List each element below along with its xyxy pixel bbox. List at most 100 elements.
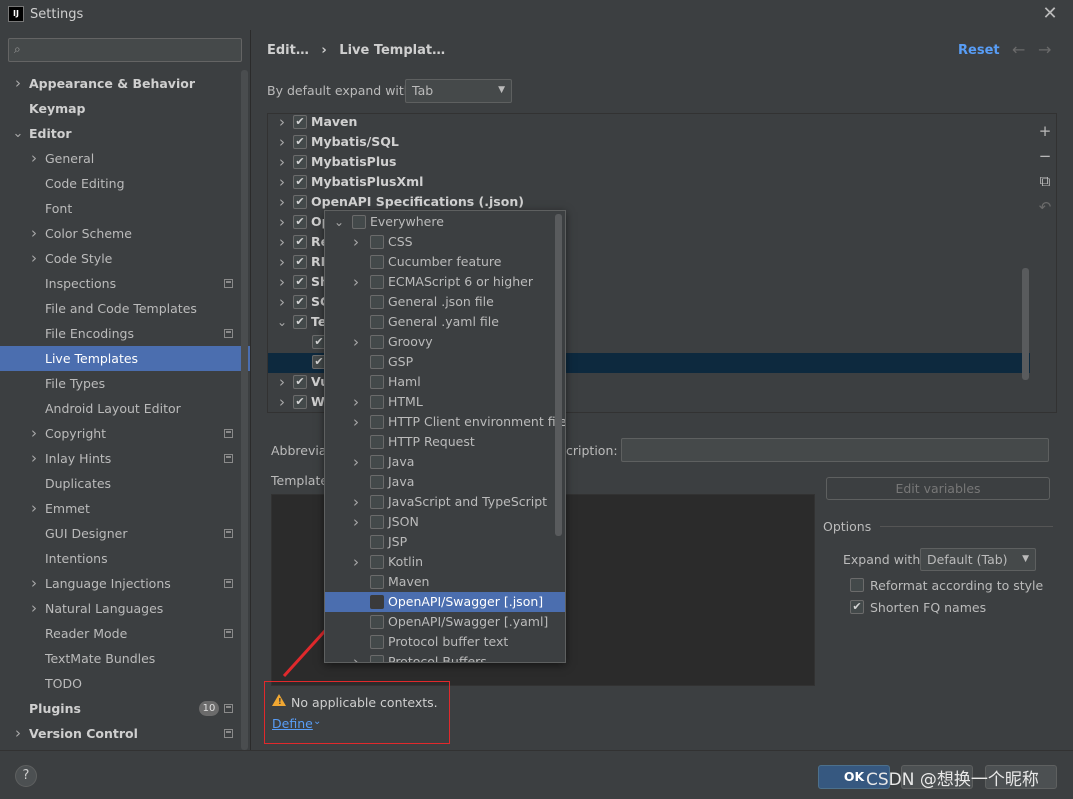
chevron-right-icon[interactable]: › [350,512,362,532]
sidebar-item[interactable]: File Encodings [0,321,250,346]
restore-icon[interactable]: ↶ [1035,197,1055,217]
context-item[interactable]: Protocol buffer text [325,632,565,652]
context-checkbox[interactable] [370,375,384,389]
sidebar-scrollbar[interactable] [241,70,248,750]
edit-variables-button[interactable]: Edit variables [826,477,1050,500]
expand-with-option-dropdown[interactable]: Default (Tab) ▼ [920,548,1036,571]
context-item[interactable]: Haml [325,372,565,392]
context-checkbox[interactable] [370,395,384,409]
chevron-right-icon[interactable]: › [12,721,24,746]
context-item[interactable]: OpenAPI/Swagger [.json] [325,592,565,612]
context-checkbox[interactable] [370,575,384,589]
default-expand-dropdown[interactable]: Tab ▼ [405,79,512,103]
chevron-right-icon[interactable]: › [276,112,288,132]
chevron-right-icon[interactable]: › [350,412,362,432]
contexts-scrollbar[interactable] [555,214,562,536]
search-input[interactable] [8,38,242,62]
context-checkbox[interactable] [370,515,384,529]
chevron-down-icon[interactable]: ⌄ [276,312,288,332]
context-checkbox[interactable] [370,535,384,549]
sidebar-item[interactable]: Keymap [0,96,250,121]
template-group-checkbox[interactable]: ✔ [293,275,307,289]
add-icon[interactable]: + [1035,121,1055,141]
sidebar-item[interactable]: Font [0,196,250,221]
template-group-checkbox[interactable]: ✔ [293,295,307,309]
chevron-right-icon[interactable]: › [28,446,40,471]
copy-icon[interactable]: ⧉ [1035,171,1055,191]
context-item[interactable]: › HTTP Client environment file [325,412,565,432]
template-group-row[interactable]: › ✔ MybatisPlusXml [268,172,1030,192]
chevron-right-icon[interactable]: › [276,372,288,392]
template-group-checkbox[interactable]: ✔ [293,255,307,269]
chevron-right-icon[interactable]: › [28,421,40,446]
context-item[interactable]: General .json file [325,292,565,312]
chevron-down-icon[interactable]: ⌄ [313,716,321,727]
context-item[interactable]: › JavaScript and TypeScript [325,492,565,512]
context-checkbox[interactable] [370,355,384,369]
chevron-right-icon[interactable]: › [28,571,40,596]
sidebar-item[interactable]: › Inlay Hints [0,446,250,471]
context-checkbox[interactable] [370,475,384,489]
sidebar-item[interactable]: File Types [0,371,250,396]
chevron-right-icon[interactable]: › [12,71,24,96]
context-item[interactable]: › ECMAScript 6 or higher [325,272,565,292]
sidebar-item[interactable]: › Natural Languages [0,596,250,621]
chevron-right-icon[interactable]: › [28,496,40,521]
sidebar-item[interactable]: Android Layout Editor [0,396,250,421]
context-checkbox[interactable] [370,455,384,469]
context-item[interactable]: › Protocol Buffers [325,652,565,662]
close-icon[interactable]: ✕ [1040,3,1060,25]
context-checkbox[interactable] [370,275,384,289]
context-checkbox[interactable] [370,335,384,349]
template-group-checkbox[interactable]: ✔ [293,215,307,229]
template-group-checkbox[interactable]: ✔ [293,395,307,409]
sidebar-item[interactable]: › Emmet [0,496,250,521]
sidebar-item[interactable]: TextMate Bundles [0,646,250,671]
context-item[interactable]: Maven [325,572,565,592]
context-checkbox[interactable] [370,415,384,429]
chevron-right-icon[interactable]: › [350,492,362,512]
chevron-right-icon[interactable]: › [350,552,362,572]
sidebar-item[interactable]: › Code Style [0,246,250,271]
context-checkbox[interactable] [370,635,384,649]
chevron-right-icon[interactable]: › [350,652,362,662]
reformat-checkbox[interactable] [850,578,864,592]
template-group-checkbox[interactable]: ✔ [293,175,307,189]
chevron-right-icon[interactable]: › [28,221,40,246]
sidebar-item[interactable]: Reader Mode [0,621,250,646]
context-checkbox[interactable] [370,555,384,569]
context-checkbox[interactable] [370,615,384,629]
context-checkbox[interactable] [370,315,384,329]
sidebar-item[interactable]: › Color Scheme [0,221,250,246]
template-group-row[interactable]: › ✔ Mybatis/SQL [268,132,1030,152]
description-field[interactable] [621,438,1049,462]
chevron-right-icon[interactable]: › [350,392,362,412]
sidebar-item[interactable]: Inspections [0,271,250,296]
template-group-row[interactable]: › ✔ Maven [268,112,1030,132]
context-item[interactable]: › Kotlin [325,552,565,572]
chevron-right-icon[interactable]: › [276,292,288,312]
forward-arrow-icon[interactable]: → [1038,40,1051,59]
sidebar-item[interactable]: Live Templates [0,346,250,371]
context-item[interactable]: HTTP Request [325,432,565,452]
context-checkbox[interactable] [370,495,384,509]
chevron-right-icon[interactable]: › [276,212,288,232]
template-group-checkbox[interactable]: ✔ [293,195,307,209]
sidebar-item[interactable]: TODO [0,671,250,696]
context-checkbox[interactable] [370,435,384,449]
sidebar-item[interactable]: › Appearance & Behavior [0,71,250,96]
template-group-checkbox[interactable]: ✔ [293,375,307,389]
chevron-right-icon[interactable]: › [350,452,362,472]
chevron-right-icon[interactable]: › [276,172,288,192]
context-item[interactable]: Java [325,472,565,492]
sidebar-item[interactable]: Plugins 10 [0,696,250,721]
back-arrow-icon[interactable]: ← [1012,40,1025,59]
context-checkbox[interactable] [370,595,384,609]
context-item[interactable]: › CSS [325,232,565,252]
template-group-row[interactable]: › ✔ OpenAPI Specifications (.json) [268,192,1030,212]
context-item[interactable]: › Groovy [325,332,565,352]
template-group-checkbox[interactable]: ✔ [293,155,307,169]
template-group-checkbox[interactable]: ✔ [293,115,307,129]
templates-scrollbar[interactable] [1022,268,1029,380]
chevron-right-icon[interactable]: › [350,232,362,252]
